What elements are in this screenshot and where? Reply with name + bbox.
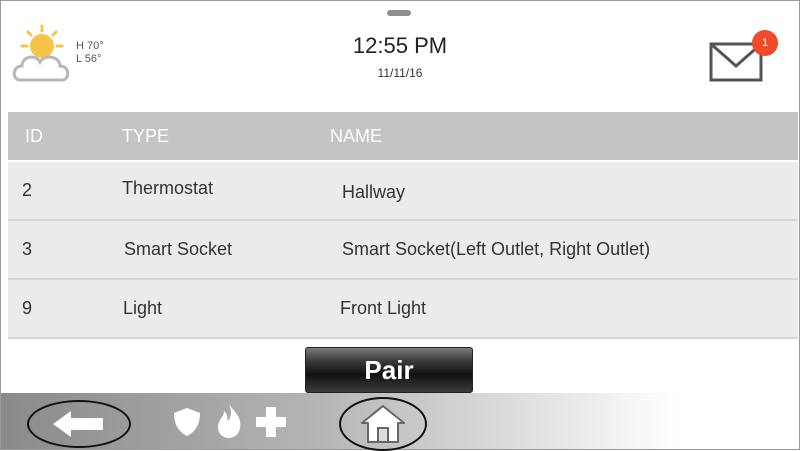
row-type: Smart Socket <box>124 239 233 259</box>
row-type: Thermostat <box>122 178 214 198</box>
home-icon <box>361 405 405 443</box>
clock-time: 12:55 PM <box>352 33 448 58</box>
shield-icon[interactable] <box>170 405 204 439</box>
row-id: 3 <box>22 239 33 259</box>
device-table: ID TYPE NAME 2 Thermostat Hallway 3 Smar… <box>8 112 798 339</box>
back-button[interactable] <box>27 400 131 448</box>
notification-badge: 1 <box>752 30 778 56</box>
back-arrow-icon <box>53 411 103 437</box>
table-row[interactable]: 3 Smart Socket Smart Socket(Left Outlet,… <box>8 221 798 280</box>
row-name: Hallway <box>342 182 406 202</box>
pull-down-handle[interactable] <box>387 10 411 16</box>
plus-icon[interactable] <box>254 405 288 439</box>
table-row[interactable]: 9 Light Front Light <box>8 280 798 339</box>
row-name: Front Light <box>340 298 427 318</box>
column-header-name[interactable]: NAME <box>330 126 382 147</box>
column-header-type[interactable]: TYPE <box>122 126 169 147</box>
row-id: 9 <box>22 298 33 318</box>
table-row[interactable]: 2 Thermostat Hallway <box>8 162 798 221</box>
pair-button[interactable]: Pair <box>305 347 473 393</box>
row-name: Smart Socket(Left Outlet, Right Outlet) <box>342 239 651 259</box>
column-header-id[interactable]: ID <box>25 126 43 147</box>
row-id: 2 <box>22 180 33 200</box>
row-type: Light <box>123 298 163 318</box>
home-button[interactable] <box>339 397 427 451</box>
table-header: ID TYPE NAME <box>8 112 798 160</box>
clock-date: 11/11/16 <box>377 66 423 80</box>
flame-icon[interactable] <box>212 402 246 440</box>
